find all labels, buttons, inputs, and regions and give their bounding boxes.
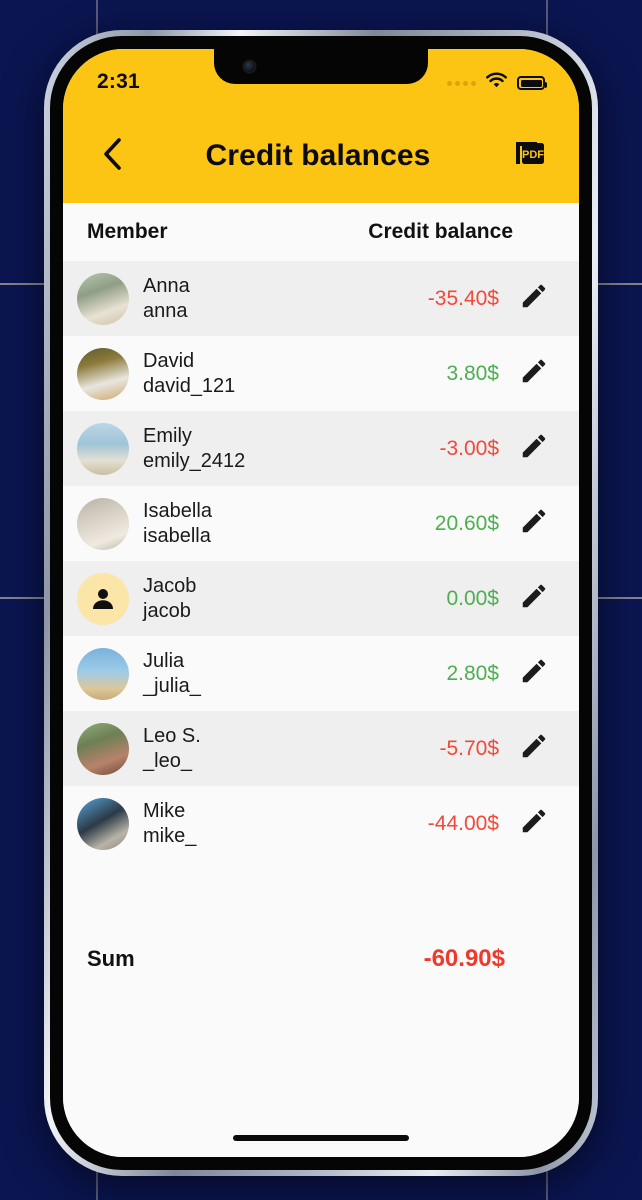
member-name: Leo S. — [143, 724, 201, 747]
edit-balance-button[interactable] — [511, 351, 557, 397]
pencil-icon — [519, 731, 549, 766]
table-row[interactable]: Mike mike_ -44.00$ — [63, 786, 579, 861]
content-tail — [63, 995, 579, 1157]
edit-balance-button[interactable] — [511, 801, 557, 847]
member-names: Isabella isabella — [129, 499, 435, 549]
battery-full-icon — [517, 76, 547, 90]
avatar — [77, 797, 129, 850]
member-list: Anna anna -35.40$ David david_121 3.80$ Emily e… — [63, 261, 579, 861]
pencil-icon — [519, 356, 549, 391]
avatar — [77, 572, 129, 625]
column-header-member: Member — [87, 220, 168, 243]
export-pdf-button[interactable]: PDF — [507, 133, 553, 179]
avatar — [77, 422, 129, 475]
credit-balance-value: 2.80$ — [446, 661, 499, 685]
member-names: Anna anna — [129, 274, 428, 324]
phone-bezel: 2:31 Credit balances PDF Member Credit b… — [50, 36, 592, 1170]
status-icons — [447, 64, 547, 94]
member-name: Julia — [143, 649, 185, 672]
member-handle: mike_ — [143, 824, 197, 847]
edit-balance-button[interactable] — [511, 501, 557, 547]
title-bar: Credit balances PDF — [63, 109, 579, 203]
credit-balance-value: -3.00$ — [439, 436, 499, 460]
column-header-balance: Credit balance — [368, 220, 513, 243]
avatar — [77, 272, 129, 325]
chevron-left-icon — [101, 137, 123, 176]
member-name: David — [143, 349, 195, 372]
avatar — [77, 347, 129, 400]
member-handle: _leo_ — [143, 749, 192, 772]
table-row[interactable]: Emily emily_2412 -3.00$ — [63, 411, 579, 486]
credit-balance-value: -35.40$ — [427, 286, 499, 310]
page-title: Credit balances — [205, 139, 431, 172]
member-handle: david_121 — [143, 374, 236, 397]
edit-balance-button[interactable] — [511, 276, 557, 322]
member-names: David david_121 — [129, 349, 446, 399]
member-name: Mike — [143, 799, 186, 822]
credit-balance-value: -5.70$ — [439, 736, 499, 760]
edit-balance-button[interactable] — [511, 651, 557, 697]
edit-balance-button[interactable] — [511, 576, 557, 622]
pencil-icon — [519, 506, 549, 541]
person-placeholder-icon — [77, 572, 129, 625]
credit-balance-value: 0.00$ — [446, 586, 499, 610]
member-handle: _julia_ — [143, 674, 201, 697]
pencil-icon — [519, 656, 549, 691]
member-handle: emily_2412 — [143, 449, 246, 472]
front-camera-icon — [244, 61, 255, 72]
pencil-icon — [519, 281, 549, 316]
pencil-icon — [519, 431, 549, 466]
member-names: Julia _julia_ — [129, 649, 446, 699]
credit-balance-value: 20.60$ — [434, 511, 499, 535]
table-row[interactable]: David david_121 3.80$ — [63, 336, 579, 411]
credit-balance-value: 3.80$ — [446, 361, 499, 385]
phone-device: 2:31 Credit balances PDF Member Credit b… — [44, 30, 598, 1176]
table-row[interactable]: Leo S. _leo_ -5.70$ — [63, 711, 579, 786]
member-handle: isabella — [143, 524, 211, 547]
home-indicator[interactable] — [233, 1135, 409, 1141]
member-names: Jacob jacob — [129, 574, 446, 624]
edit-balance-button[interactable] — [511, 726, 557, 772]
member-names: Emily emily_2412 — [129, 424, 439, 474]
list-spacer — [63, 861, 579, 923]
credit-balance-value: -44.00$ — [427, 811, 499, 835]
pencil-icon — [519, 806, 549, 841]
member-name: Jacob — [143, 574, 197, 597]
member-names: Mike mike_ — [129, 799, 428, 849]
member-name: Anna — [143, 274, 190, 297]
edit-balance-button[interactable] — [511, 426, 557, 472]
status-time: 2:31 — [97, 70, 140, 93]
svg-text:PDF: PDF — [522, 149, 544, 161]
member-names: Leo S. _leo_ — [129, 724, 439, 774]
member-name: Isabella — [143, 499, 212, 522]
avatar — [77, 722, 129, 775]
sum-label: Sum — [87, 946, 135, 971]
sum-value: -60.90$ — [423, 945, 505, 972]
sum-row: Sum -60.90$ — [63, 923, 579, 995]
table-row[interactable]: Anna anna -35.40$ — [63, 261, 579, 336]
phone-screen: 2:31 Credit balances PDF Member Credit b… — [63, 49, 579, 1157]
table-header: Member Credit balance — [63, 203, 579, 261]
table-row[interactable]: Jacob jacob 0.00$ — [63, 561, 579, 636]
wifi-icon — [485, 72, 508, 94]
table-row[interactable]: Isabella isabella 20.60$ — [63, 486, 579, 561]
pdf-export-icon: PDF — [513, 137, 547, 176]
pencil-icon — [519, 581, 549, 616]
signal-dots-icon — [447, 80, 476, 86]
notch — [214, 49, 428, 84]
avatar — [77, 497, 129, 550]
table-row[interactable]: Julia _julia_ 2.80$ — [63, 636, 579, 711]
avatar — [77, 647, 129, 700]
member-handle: anna — [143, 299, 188, 322]
member-handle: jacob — [143, 599, 191, 622]
member-name: Emily — [143, 424, 192, 447]
app-bar: 2:31 Credit balances PDF — [63, 49, 579, 203]
